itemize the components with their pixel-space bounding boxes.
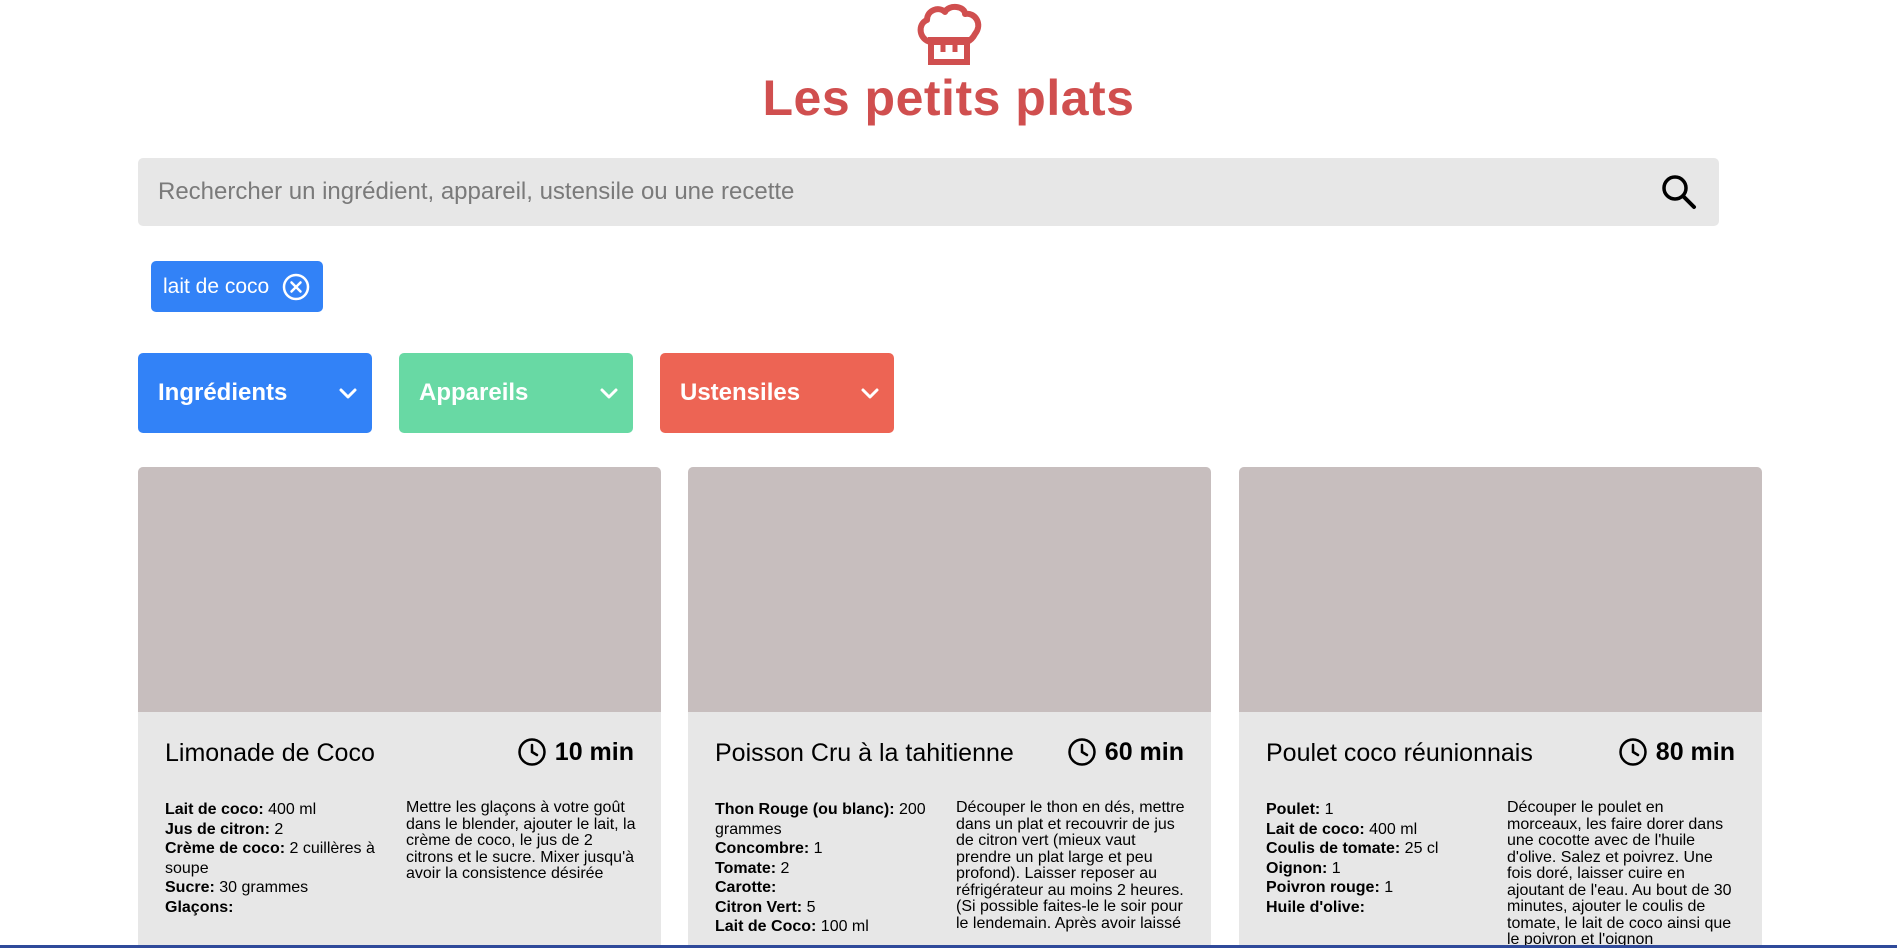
- ingredient-item: Crème de coco: 2 cuillères à soupe: [165, 839, 390, 878]
- recipe-image-placeholder: [688, 467, 1211, 712]
- close-icon[interactable]: [281, 272, 311, 302]
- ingredient-item: Lait de Coco: 100 ml: [715, 917, 940, 937]
- ingredient-item: Tomate: 2: [715, 859, 940, 879]
- ingredient-item: Lait de coco: 400 ml: [165, 800, 390, 820]
- ingredient-name: Glaçons:: [165, 898, 234, 916]
- page: Les petits plats lait de coco Ingrédient…: [0, 0, 1897, 948]
- ingredient-item: Coulis de tomate: 25 cl: [1266, 839, 1491, 859]
- recipe-time-value: 80 min: [1655, 737, 1735, 766]
- ingredient-item: Poulet: 1: [1266, 800, 1491, 820]
- filter-ustensiles-button[interactable]: Ustensiles: [660, 353, 894, 433]
- ingredient-quantity: 1: [1320, 801, 1334, 818]
- ingredient-quantity: 400 ml: [1364, 820, 1418, 838]
- ingredient-name: Citron Vert:: [715, 898, 803, 916]
- ingredient-name: Thon Rouge (ou blanc):: [715, 801, 895, 818]
- site-logo[interactable]: Les petits plats: [0, 0, 1897, 126]
- ingredient-name: Carotte:: [715, 879, 777, 896]
- selected-tag: lait de coco: [151, 261, 324, 312]
- recipe-card[interactable]: Poulet coco réunionnais 80 min Poulet: 1…: [1239, 467, 1762, 948]
- ingredient-name: Huile d'olive:: [1266, 898, 1365, 916]
- chevron-down-icon: [600, 388, 618, 399]
- filter-label: Ustensiles: [680, 379, 801, 406]
- recipe-title: Poulet coco réunionnais: [1266, 739, 1533, 767]
- chevron-down-icon: [339, 388, 357, 399]
- search-icon[interactable]: [1659, 172, 1699, 212]
- recipe-card[interactable]: Limonade de Coco 10 min Lait de coco: 40…: [138, 467, 661, 948]
- ingredient-name: Jus de citron:: [165, 820, 270, 838]
- recipe-card[interactable]: Poisson Cru à la tahitienne 60 min Thon …: [688, 467, 1211, 948]
- recipe-description: Découper le thon en dés, mettre dans un …: [956, 799, 1185, 932]
- ingredient-name: Lait de coco:: [1266, 820, 1365, 838]
- ingredient-quantity: 1: [809, 840, 823, 857]
- ingredient-quantity: 400 ml: [263, 801, 317, 818]
- ingredient-item: Oignon: 1: [1266, 859, 1491, 879]
- ingredient-name: Sucre:: [165, 879, 215, 896]
- filter-appareils-button[interactable]: Appareils: [399, 353, 633, 433]
- filter-label: Ingrédients: [158, 379, 288, 406]
- ingredient-name: Oignon:: [1266, 859, 1328, 877]
- search-input[interactable]: [138, 158, 1618, 226]
- ingredient-name: Poulet:: [1266, 801, 1321, 818]
- clock-icon: [1619, 738, 1647, 766]
- ingredient-list: Thon Rouge (ou blanc): 200 grammes Conco…: [715, 800, 940, 937]
- ingredient-name: Lait de coco:: [165, 801, 264, 818]
- recipe-title: Poisson Cru à la tahitienne: [715, 739, 1014, 767]
- recipe-image-placeholder: [138, 467, 661, 712]
- filter-label: Appareils: [419, 379, 529, 406]
- ingredient-name: Concombre:: [715, 840, 810, 857]
- recipe-description: Mettre les glaçons à votre goût dans le …: [406, 799, 636, 882]
- clock-icon: [518, 738, 546, 766]
- ingredient-quantity: 2: [269, 820, 284, 838]
- ingredient-quantity: 2: [776, 859, 790, 877]
- recipe-time: 60 min: [1067, 737, 1184, 767]
- ingredient-quantity: 5: [802, 898, 816, 916]
- ingredient-item: Thon Rouge (ou blanc): 200 grammes: [715, 800, 940, 839]
- recipe-description: Découper le poulet en morceaux, les fair…: [1507, 799, 1732, 948]
- recipe-time-value: 10 min: [554, 737, 634, 766]
- tag-label: lait de coco: [163, 274, 270, 298]
- ingredient-name: Tomate:: [715, 859, 777, 877]
- page-title: Les petits plats: [762, 70, 1135, 126]
- ingredient-item: Huile d'olive:: [1266, 898, 1491, 918]
- ingredient-name: Poivron rouge:: [1266, 879, 1380, 896]
- recipe-time-value: 60 min: [1104, 737, 1184, 766]
- ingredient-item: Carotte:: [715, 878, 940, 898]
- ingredient-name: Coulis de tomate:: [1266, 840, 1401, 857]
- ingredient-quantity: 1: [1379, 879, 1394, 896]
- ingredient-item: Citron Vert: 5: [715, 898, 940, 918]
- recipe-time: 80 min: [1618, 737, 1735, 767]
- filter-ingredients-button[interactable]: Ingrédients: [138, 353, 372, 433]
- ingredient-item: Glaçons:: [165, 898, 390, 918]
- ingredient-name: Lait de Coco:: [715, 918, 817, 935]
- ingredient-item: Jus de citron: 2: [165, 820, 390, 840]
- clock-icon: [1068, 738, 1096, 766]
- ingredient-item: Lait de coco: 400 ml: [1266, 820, 1491, 840]
- recipe-title: Limonade de Coco: [165, 739, 375, 767]
- ingredient-quantity: 100 ml: [816, 918, 869, 935]
- ingredient-list: Lait de coco: 400 ml Jus de citron: 2 Cr…: [165, 800, 390, 917]
- ingredient-name: Crème de coco:: [165, 840, 286, 857]
- ingredient-quantity: 25 cl: [1400, 840, 1439, 857]
- chevron-down-icon: [861, 388, 879, 399]
- chef-hat-icon: [917, 4, 981, 65]
- ingredient-list: Poulet: 1 Lait de coco: 400 ml Coulis de…: [1266, 800, 1491, 917]
- recipe-time: 10 min: [517, 737, 634, 767]
- ingredient-item: Concombre: 1: [715, 839, 940, 859]
- ingredient-quantity: 1: [1327, 859, 1341, 877]
- ingredient-item: Poivron rouge: 1: [1266, 878, 1491, 898]
- ingredient-quantity: 30 grammes: [214, 879, 309, 896]
- recipe-image-placeholder: [1239, 467, 1762, 712]
- ingredient-item: Sucre: 30 grammes: [165, 878, 390, 898]
- search-bar: [138, 158, 1719, 226]
